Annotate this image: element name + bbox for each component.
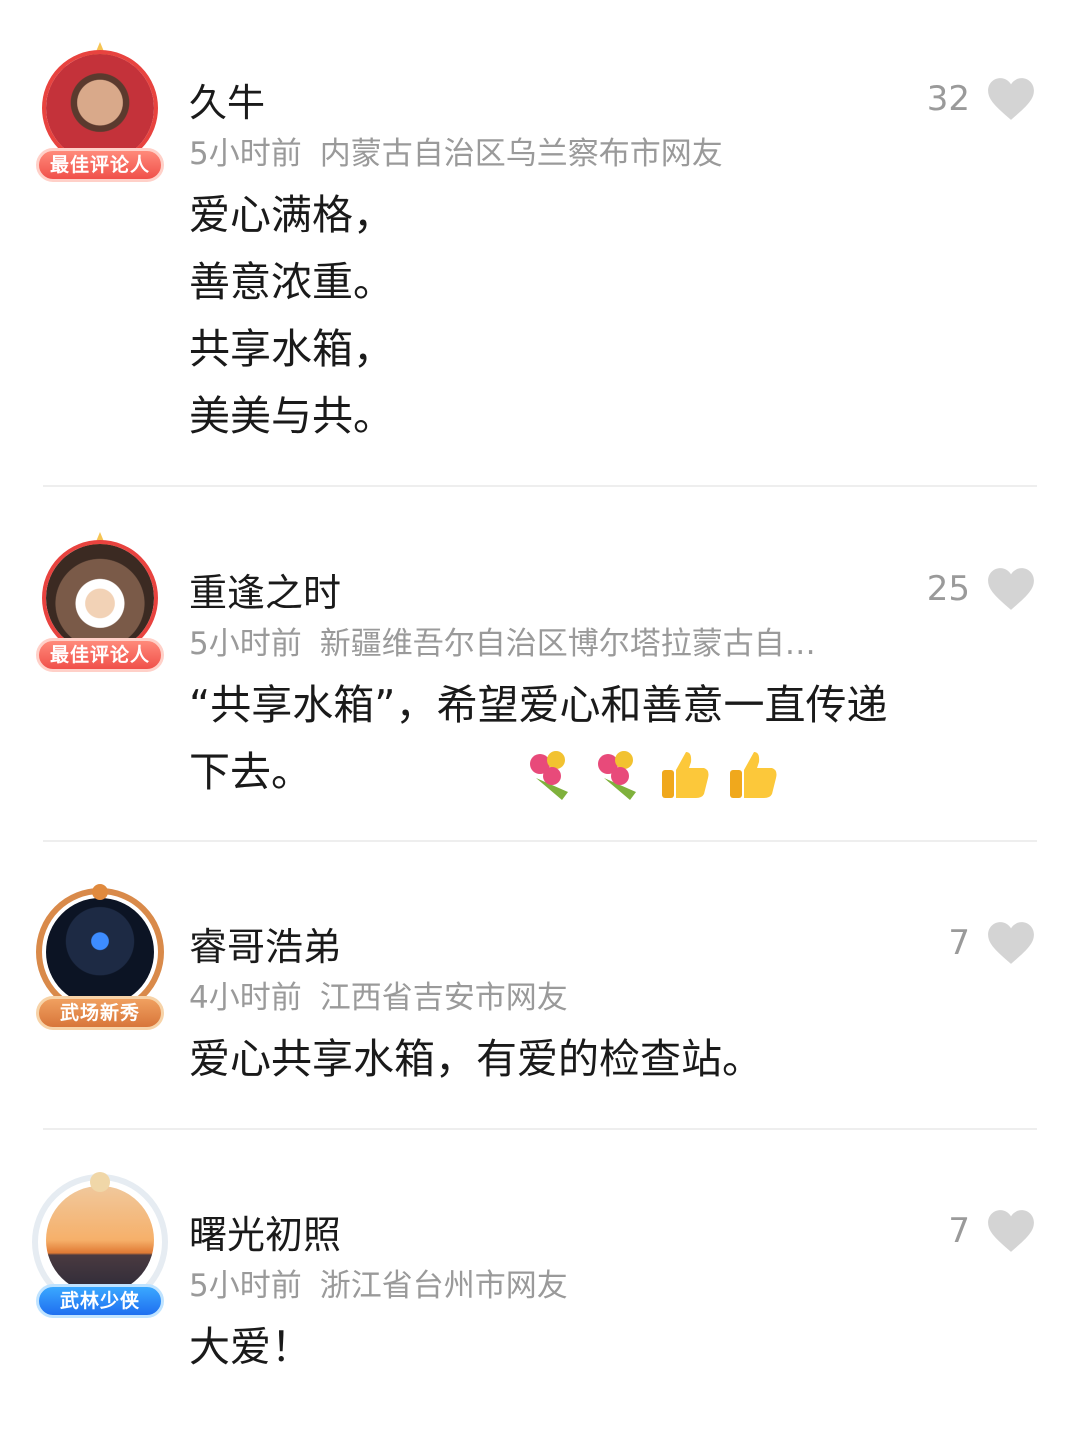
username[interactable]: 久牛 [189, 72, 265, 127]
username[interactable]: 曙光初照 [189, 1204, 341, 1259]
avatar-frame[interactable]: 武林少侠 [32, 1172, 168, 1322]
divider [43, 1128, 1037, 1130]
divider [43, 840, 1037, 842]
avatar-frame[interactable]: 最佳评论人 [32, 530, 168, 680]
comment-time: 5小时前 [189, 626, 302, 662]
frame-gem-icon [90, 1172, 110, 1192]
avatar[interactable] [46, 898, 154, 1006]
like-control[interactable]: 7 [948, 1208, 1036, 1254]
comment-line: 爱心共享水箱，有爱的检查站。 [189, 1035, 763, 1083]
heart-icon[interactable] [986, 920, 1036, 966]
comment-location: 内蒙古自治区乌兰察布市网友 [319, 136, 723, 172]
heart-icon[interactable] [986, 1208, 1036, 1254]
like-count: 7 [948, 923, 970, 963]
frame-gem-icon [92, 884, 108, 900]
like-count: 7 [948, 1211, 970, 1251]
avatar[interactable] [46, 1186, 154, 1294]
like-count: 32 [926, 79, 970, 119]
comment-location: 新疆维吾尔自治区博尔塔拉蒙古自… [319, 626, 816, 662]
thumbs-up-icon [662, 752, 709, 798]
comment-line: 大爱！ [189, 1323, 312, 1371]
comment-time: 5小时前 [189, 1268, 302, 1304]
comment-line: 美美与共。 [189, 392, 394, 440]
username[interactable]: 睿哥浩弟 [189, 916, 341, 971]
comment-time: 4小时前 [189, 980, 302, 1016]
divider [43, 485, 1037, 487]
comment-line: 共享水箱， [189, 325, 394, 373]
comment-text: 爱心满格， 善意浓重。 共享水箱， 美美与共。 [189, 182, 1009, 450]
like-count: 25 [926, 569, 970, 609]
comment-meta: 4小时前 江西省吉安市网友 [189, 972, 909, 1017]
comment-text: 大爱！ [189, 1314, 1009, 1381]
username[interactable]: 重逢之时 [189, 562, 341, 617]
like-control[interactable]: 32 [927, 76, 1036, 122]
comment-line: 下去。 [189, 748, 312, 796]
comment-meta: 5小时前 内蒙古自治区乌兰察布市网友 [189, 128, 909, 173]
like-control[interactable]: 7 [948, 920, 1036, 966]
badge-rank: 武林少侠 [36, 1284, 164, 1318]
comment-time: 5小时前 [189, 136, 302, 172]
comment-location: 浙江省台州市网友 [319, 1268, 568, 1304]
thumbs-up-icon [730, 752, 777, 798]
emoji-row [522, 748, 780, 802]
heart-icon[interactable] [986, 566, 1036, 612]
comment-text: 爱心共享水箱，有爱的检查站。 [189, 1026, 1009, 1093]
bouquet-icon [530, 751, 568, 800]
badge-best-commenter: 最佳评论人 [36, 638, 164, 672]
heart-icon[interactable] [986, 76, 1036, 122]
like-control[interactable]: 25 [927, 566, 1036, 612]
badge-rank: 武场新秀 [36, 996, 164, 1030]
comment-meta: 5小时前 新疆维吾尔自治区博尔塔拉蒙古自… [189, 618, 909, 663]
comment-line: 善意浓重。 [189, 258, 394, 306]
badge-best-commenter: 最佳评论人 [36, 148, 164, 182]
comment-line: 爱心满格， [189, 191, 394, 239]
comment-meta: 5小时前 浙江省台州市网友 [189, 1260, 909, 1305]
avatar-frame[interactable]: 武场新秀 [32, 884, 168, 1034]
comment-location: 江西省吉安市网友 [319, 980, 568, 1016]
bouquet-icon [598, 751, 636, 800]
comment-text: “共享水箱”，希望爱心和善意一直传递 下去。 [189, 672, 1009, 806]
comment-line: “共享水箱”，希望爱心和善意一直传递 [189, 681, 888, 729]
avatar-frame[interactable]: 最佳评论人 [32, 40, 168, 190]
